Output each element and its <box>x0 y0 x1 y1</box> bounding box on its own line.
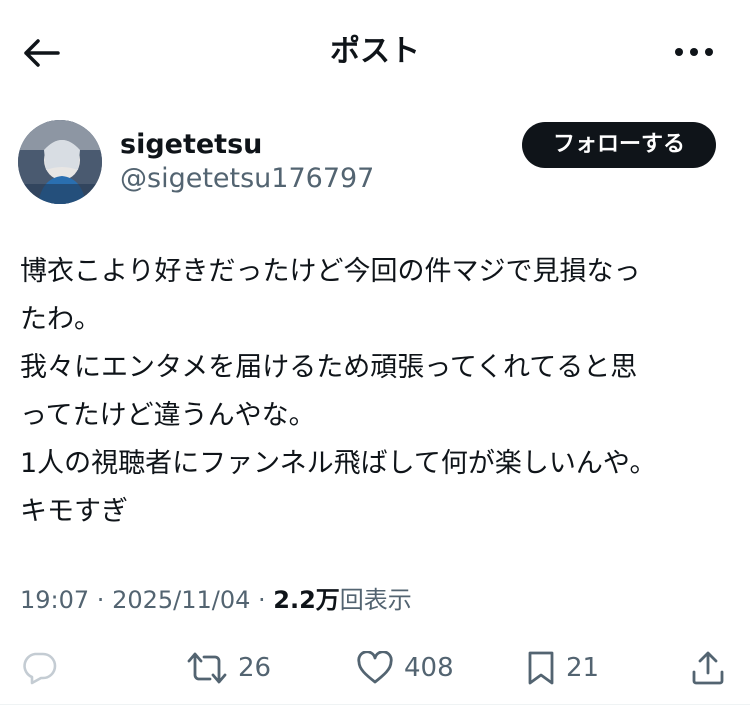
meta-separator: · <box>250 586 274 614</box>
bookmark-count: 21 <box>566 653 600 683</box>
heart-icon <box>357 651 393 684</box>
avatar[interactable] <box>18 120 102 204</box>
post-text-line: キモすぎ <box>20 496 128 527</box>
share-icon <box>692 651 724 685</box>
post-meta: 19:07 · 2025/11/04 · 2.2万回表示 <box>20 580 412 620</box>
like-button[interactable]: 408 <box>356 640 454 696</box>
post-header: ポスト <box>0 0 750 104</box>
post-text-line: 我々にエンタメを届けるため頑張ってくれてると思 <box>20 352 638 383</box>
share-button[interactable] <box>690 640 726 696</box>
repost-count: 26 <box>238 653 272 683</box>
post-text-line: たわ。 <box>20 304 101 335</box>
display-name[interactable]: sigetetsu <box>120 128 262 162</box>
post-text-line: ってたけど違うんやな。 <box>20 400 316 431</box>
repost-button[interactable]: 26 <box>186 640 271 696</box>
bookmark-button[interactable]: 21 <box>526 640 599 696</box>
page-title: ポスト <box>330 34 420 69</box>
post-time[interactable]: 19:07 <box>20 586 89 614</box>
user-handle[interactable]: @sigetetsu176797 <box>120 162 374 196</box>
meta-separator: · <box>89 586 113 614</box>
post-text: 博衣こより好きだったけど今回の件マジで見損なっ たわ。 我々にエンタメを届けるた… <box>20 248 720 536</box>
action-bar: 26 408 21 <box>0 640 750 696</box>
more-button[interactable] <box>666 30 722 74</box>
bookmark-icon <box>528 651 554 685</box>
avatar-image <box>18 120 102 204</box>
follow-button[interactable]: フォローする <box>522 122 716 168</box>
more-horizontal-icon <box>675 48 713 56</box>
reply-button[interactable] <box>20 640 58 696</box>
repost-icon <box>187 652 227 684</box>
post-text-line: 1人の視聴者にファンネル飛ばして何が楽しいんや。 <box>20 448 657 479</box>
views-label: 回表示 <box>339 586 412 614</box>
divider <box>0 704 750 705</box>
views-count[interactable]: 2.2万 <box>273 586 340 614</box>
like-count: 408 <box>404 653 454 683</box>
post-date[interactable]: 2025/11/04 <box>112 586 250 614</box>
post-text-line: 博衣こより好きだったけど今回の件マジで見損なっ <box>20 256 641 287</box>
reply-icon <box>23 652 57 685</box>
